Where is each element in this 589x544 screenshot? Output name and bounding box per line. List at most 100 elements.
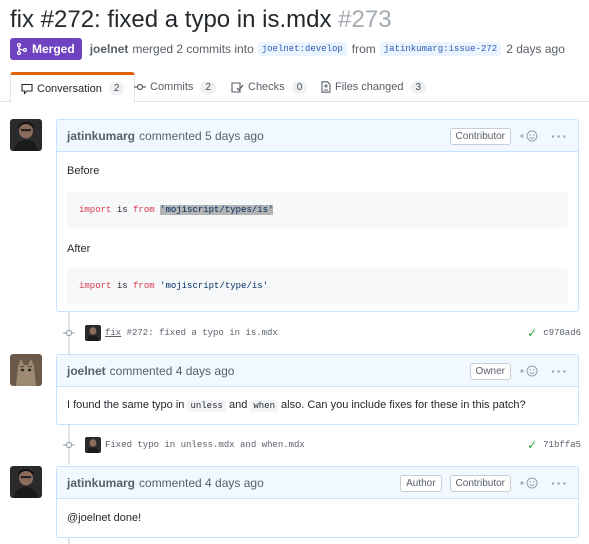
comment-text-before: Before: [67, 165, 100, 177]
git-merge-icon: [17, 43, 27, 55]
tab-conversation-label: Conversation: [37, 82, 102, 95]
comment-text-part: also. Can you include fixes for these in…: [281, 399, 526, 411]
comment-body: Before import is from 'mojiscript/types/…: [57, 152, 578, 314]
comment-text-part: I found the same typo in: [67, 399, 185, 411]
avatar-jatinkumarg-small: [85, 437, 101, 453]
comment-box: jatinkumarg commented 4 days ago Author …: [56, 466, 579, 538]
tab-commits[interactable]: Commits 2: [134, 72, 216, 102]
issue-link[interactable]: fix: [105, 328, 121, 338]
comment-header: joelnet commented 4 days ago Owner ···: [57, 355, 578, 387]
comment-author[interactable]: jatinkumarg: [67, 476, 135, 490]
avatar-joelnet: [10, 354, 42, 386]
smiley-icon: [520, 477, 538, 489]
avatar[interactable]: [85, 325, 101, 341]
owner-label: Owner: [469, 362, 511, 380]
tab-commits-count: 2: [200, 80, 216, 94]
comment-time[interactable]: commented 4 days ago: [139, 476, 264, 490]
code-keyword: import: [79, 281, 112, 291]
kebab-horizontal-icon[interactable]: ···: [551, 128, 568, 144]
tab-files-count: 3: [410, 80, 427, 94]
inline-code: when: [250, 400, 278, 412]
commit-message-text: #272: fixed a typo in is.mdx: [121, 328, 278, 338]
checklist-icon: [231, 82, 244, 93]
comment-author[interactable]: joelnet: [67, 364, 106, 378]
comment-body: @joelnet done!: [57, 499, 578, 534]
avatar[interactable]: [10, 466, 42, 498]
comment-time[interactable]: commented 5 days ago: [139, 129, 264, 143]
tab-checks[interactable]: Checks 0: [231, 72, 308, 102]
avatar[interactable]: [10, 354, 42, 386]
tab-conversation[interactable]: Conversation 2: [10, 72, 136, 103]
pr-author-link[interactable]: joelnet: [90, 42, 129, 56]
pr-title: fix #272: fixed a typo in is.mdx: [10, 6, 332, 33]
code-string: 'mojiscript/type/is': [160, 281, 269, 291]
code-keyword: from: [133, 205, 155, 215]
comment-header: jatinkumarg commented 4 days ago Author …: [57, 467, 578, 499]
git-commit-icon: [63, 329, 75, 337]
code-identifier: is: [116, 205, 128, 215]
comment-author[interactable]: jatinkumarg: [67, 129, 135, 143]
kebab-horizontal-icon[interactable]: ···: [551, 475, 568, 491]
merge-time: 2 days ago: [506, 42, 565, 56]
comment-box: jatinkumarg commented 5 days ago Contrib…: [56, 119, 579, 312]
avatar-jatinkumarg: [10, 119, 42, 151]
base-branch[interactable]: joelnet:develop: [257, 42, 347, 56]
avatar-jatinkumarg: [10, 466, 42, 498]
comment-text-part: and: [228, 399, 248, 411]
from-text: from: [351, 42, 376, 56]
smiley-icon: [520, 130, 538, 142]
author-label: Author: [400, 474, 442, 492]
merge-text: merged 2 commits into: [132, 42, 254, 56]
code-identifier: is: [116, 281, 128, 291]
merged-badge: Merged: [10, 38, 82, 60]
tab-files-label: Files changed: [335, 81, 404, 93]
code-block: import is from 'mojiscript/type/is': [67, 268, 568, 304]
comment-text: @joelnet done!: [67, 512, 142, 524]
file-diff-icon: [321, 81, 331, 93]
merged-label: Merged: [32, 42, 75, 56]
contributor-label: Contributor: [449, 474, 511, 492]
avatar[interactable]: [10, 119, 42, 151]
contributor-label: Contributor: [449, 127, 511, 145]
commit-sha[interactable]: c970ad6: [543, 328, 581, 338]
avatar-jatinkumarg-small: [85, 325, 101, 341]
commit-message[interactable]: Fixed typo in unless.mdx and when.mdx: [105, 440, 305, 450]
add-reaction-button[interactable]: [519, 365, 539, 377]
tab-checks-label: Checks: [248, 81, 285, 93]
tab-conversation-count: 2: [108, 82, 125, 95]
add-reaction-button[interactable]: [519, 477, 539, 489]
pr-title-row: fix #272: fixed a typo in is.mdx #273: [10, 6, 392, 34]
check-icon[interactable]: ✓: [527, 438, 537, 452]
comment-header: jatinkumarg commented 5 days ago Contrib…: [57, 120, 578, 152]
code-keyword: from: [133, 281, 155, 291]
tab-checks-count: 0: [291, 80, 308, 94]
comment-text-after: After: [67, 243, 91, 255]
comment-box: joelnet commented 4 days ago Owner ··· I…: [56, 354, 579, 425]
timeline-line: [68, 538, 70, 544]
head-branch[interactable]: jatinkumarg:issue-272: [379, 42, 502, 56]
pr-meta: Merged joelnet merged 2 commits into joe…: [10, 38, 569, 60]
comment-text: I found the same typo in unless and when…: [67, 399, 568, 412]
check-icon[interactable]: ✓: [527, 326, 537, 340]
tab-commits-label: Commits: [150, 81, 194, 93]
tab-files-changed[interactable]: Files changed 3: [321, 72, 427, 102]
commit-row: Fixed typo in unless.mdx and when.mdx ✓ …: [63, 435, 581, 455]
comment-time[interactable]: commented 4 days ago: [110, 364, 235, 378]
commit-sha[interactable]: 71bffa5: [543, 440, 581, 450]
git-commit-icon: [63, 441, 75, 449]
avatar[interactable]: [85, 437, 101, 453]
add-reaction-button[interactable]: [519, 130, 539, 142]
kebab-horizontal-icon[interactable]: ···: [551, 363, 568, 379]
commit-row: fix #272: fixed a typo in is.mdx ✓ c970a…: [63, 323, 581, 343]
comment-body: I found the same typo in unless and when…: [57, 387, 578, 421]
inline-code: unless: [187, 400, 226, 412]
code-keyword: import: [79, 205, 112, 215]
commit-message[interactable]: fix #272: fixed a typo in is.mdx: [105, 328, 278, 338]
commit-icon: [134, 83, 146, 91]
pr-number: #273: [338, 6, 392, 33]
pr-tabs: Conversation 2 Commits 2 Checks 0 Files …: [0, 72, 589, 103]
code-string-selected: 'mojiscript/types/is': [160, 205, 274, 215]
code-block: import is from 'mojiscript/types/is': [67, 192, 568, 228]
smiley-icon: [520, 365, 538, 377]
comment-icon: [21, 83, 33, 95]
